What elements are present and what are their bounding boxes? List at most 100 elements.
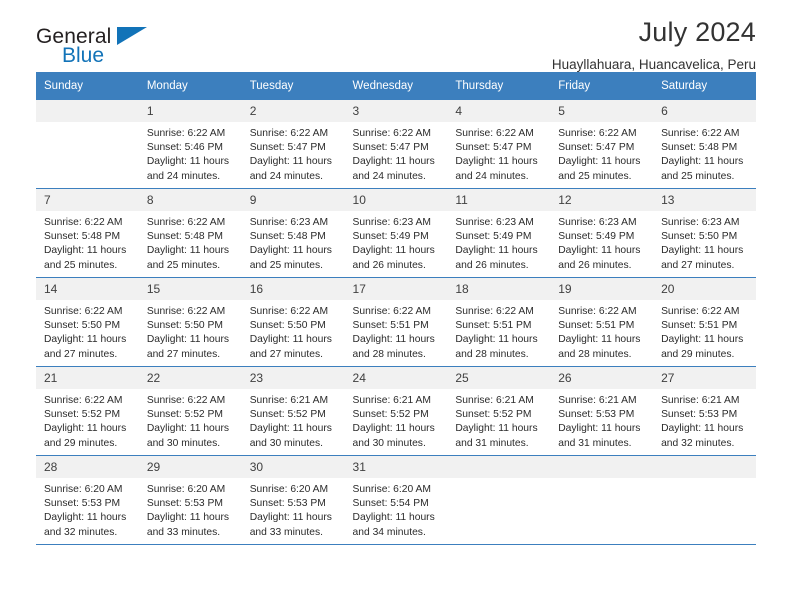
- daylight-duration-line2: and 26 minutes.: [558, 259, 632, 271]
- calendar-day-cell[interactable]: 25 Sunrise: 6:21 AM Sunset: 5:52 PM Dayligh…: [447, 366, 551, 456]
- day-details: Sunrise: 6:22 AM Sunset: 5:50 PM Daylight:…: [242, 300, 345, 366]
- day-details: Sunrise: 6:22 AM Sunset: 5:51 PM Daylight:…: [550, 300, 653, 366]
- calendar-day-cell[interactable]: 31 Sunrise: 6:20 AM Sunset: 5:54 PM Dayligh…: [344, 455, 448, 545]
- calendar-day-cell[interactable]: 21 Sunrise: 6:22 AM Sunset: 5:52 PM Dayligh…: [36, 366, 139, 456]
- sunset-time: Sunset: 5:47 PM: [455, 142, 532, 154]
- sunset-time: Sunset: 5:48 PM: [44, 231, 121, 243]
- day-number: 28: [36, 456, 139, 478]
- daylight-duration-line1: Daylight: 11 hours: [455, 245, 538, 257]
- day-number: [550, 456, 654, 478]
- calendar-week-row: 7 Sunrise: 6:22 AM Sunset: 5:48 PM Daylight…: [36, 188, 756, 278]
- daylight-duration-line1: Daylight: 11 hours: [455, 334, 538, 346]
- day-details: Sunrise: 6:22 AM Sunset: 5:52 PM Daylight:…: [139, 389, 242, 455]
- daylight-duration-line2: and 32 minutes.: [44, 526, 118, 538]
- title-block: July 2024 Huayllahuara, Huancavelica, Pe…: [552, 17, 756, 73]
- day-details: Sunrise: 6:22 AM Sunset: 5:50 PM Daylight:…: [36, 300, 139, 366]
- day-number: 18: [447, 278, 551, 300]
- calendar-day-cell[interactable]: 9 Sunrise: 6:23 AM Sunset: 5:48 PM Daylight…: [241, 188, 345, 278]
- day-details: Sunrise: 6:21 AM Sunset: 5:52 PM Daylight:…: [345, 389, 448, 455]
- calendar-day-cell[interactable]: 20 Sunrise: 6:22 AM Sunset: 5:51 PM Dayligh…: [653, 277, 756, 367]
- calendar-day-cell[interactable]: 2 Sunrise: 6:22 AM Sunset: 5:47 PM Daylight…: [241, 100, 345, 189]
- calendar-day-cell[interactable]: 28 Sunrise: 6:20 AM Sunset: 5:53 PM Dayligh…: [36, 455, 139, 545]
- daylight-duration-line2: and 32 minutes.: [661, 437, 735, 449]
- calendar-day-cell[interactable]: 4 Sunrise: 6:22 AM Sunset: 5:47 PM Daylight…: [447, 100, 551, 189]
- daylight-duration-line1: Daylight: 11 hours: [249, 512, 332, 524]
- calendar-day-cell[interactable]: 22 Sunrise: 6:22 AM Sunset: 5:52 PM Dayligh…: [138, 366, 242, 456]
- daylight-duration-line1: Daylight: 11 hours: [44, 334, 127, 346]
- weekday-header-wednesday: Wednesday: [344, 72, 448, 100]
- daylight-duration-line1: Daylight: 11 hours: [352, 334, 435, 346]
- calendar-day-cell[interactable]: 23 Sunrise: 6:21 AM Sunset: 5:52 PM Dayligh…: [241, 366, 345, 456]
- sunrise-time: Sunrise: 6:22 AM: [146, 395, 226, 406]
- calendar-body: 1 Sunrise: 6:22 AM Sunset: 5:46 PM Daylight…: [36, 100, 756, 545]
- day-number: 13: [653, 189, 756, 211]
- calendar-day-cell[interactable]: 15 Sunrise: 6:22 AM Sunset: 5:50 PM Dayligh…: [138, 277, 242, 367]
- daylight-duration-line2: and 27 minutes.: [44, 348, 118, 360]
- sunrise-time: Sunrise: 6:23 AM: [352, 217, 431, 228]
- daylight-duration-line2: and 27 minutes.: [146, 348, 221, 360]
- daylight-duration-line2: and 25 minutes.: [249, 259, 323, 271]
- sunset-time: Sunset: 5:53 PM: [249, 498, 326, 510]
- calendar-day-cell[interactable]: 8 Sunrise: 6:22 AM Sunset: 5:48 PM Daylight…: [138, 188, 242, 278]
- calendar-day-cell[interactable]: 6 Sunrise: 6:22 AM Sunset: 5:48 PM Daylight…: [653, 100, 756, 189]
- calendar-day-cell[interactable]: 10 Sunrise: 6:23 AM Sunset: 5:49 PM Dayligh…: [344, 188, 448, 278]
- calendar-day-cell[interactable]: 26 Sunrise: 6:21 AM Sunset: 5:53 PM Dayligh…: [550, 366, 654, 456]
- calendar-day-cell[interactable]: 13 Sunrise: 6:23 AM Sunset: 5:50 PM Dayligh…: [653, 188, 756, 278]
- daylight-duration-line1: Daylight: 11 hours: [558, 245, 641, 257]
- sunrise-time: Sunrise: 6:22 AM: [44, 395, 123, 406]
- daylight-duration-line1: Daylight: 11 hours: [661, 156, 744, 168]
- day-number: 25: [447, 367, 551, 389]
- general-blue-logo[interactable]: General Blue: [36, 26, 186, 78]
- sunrise-time: Sunrise: 6:23 AM: [455, 217, 534, 228]
- sunrise-time: Sunrise: 6:20 AM: [249, 484, 329, 495]
- calendar-day-cell[interactable]: 16 Sunrise: 6:22 AM Sunset: 5:50 PM Dayligh…: [241, 277, 345, 367]
- daylight-duration-line1: Daylight: 11 hours: [558, 156, 641, 168]
- calendar-day-cell[interactable]: 11 Sunrise: 6:23 AM Sunset: 5:49 PM Dayligh…: [447, 188, 551, 278]
- calendar-day-cell[interactable]: 19 Sunrise: 6:22 AM Sunset: 5:51 PM Dayligh…: [550, 277, 654, 367]
- day-details: Sunrise: 6:23 AM Sunset: 5:49 PM Daylight:…: [345, 211, 448, 277]
- page-title: July 2024: [638, 17, 756, 47]
- calendar-day-cell[interactable]: 17 Sunrise: 6:22 AM Sunset: 5:51 PM Dayligh…: [344, 277, 448, 367]
- calendar-day-cell[interactable]: 30 Sunrise: 6:20 AM Sunset: 5:53 PM Dayligh…: [241, 455, 345, 545]
- day-details: Sunrise: 6:21 AM Sunset: 5:52 PM Daylight:…: [242, 389, 345, 455]
- daylight-duration-line1: Daylight: 11 hours: [661, 245, 744, 257]
- day-details: Sunrise: 6:23 AM Sunset: 5:49 PM Daylight:…: [447, 211, 550, 277]
- day-number: 30: [241, 456, 345, 478]
- sunrise-time: Sunrise: 6:22 AM: [146, 306, 226, 317]
- sunset-time: Sunset: 5:51 PM: [455, 320, 532, 332]
- sunrise-time: Sunrise: 6:21 AM: [661, 395, 740, 406]
- calendar-day-cell[interactable]: 7 Sunrise: 6:22 AM Sunset: 5:48 PM Daylight…: [36, 188, 139, 278]
- daylight-duration-line2: and 33 minutes.: [249, 526, 323, 538]
- sunrise-time: Sunrise: 6:23 AM: [249, 217, 329, 228]
- calendar-day-cell[interactable]: 14 Sunrise: 6:22 AM Sunset: 5:50 PM Dayligh…: [36, 277, 139, 367]
- calendar-day-cell[interactable]: 29 Sunrise: 6:20 AM Sunset: 5:53 PM Dayligh…: [138, 455, 242, 545]
- daylight-duration-line1: Daylight: 11 hours: [352, 512, 435, 524]
- sunrise-time: Sunrise: 6:22 AM: [249, 306, 329, 317]
- day-details: Sunrise: 6:21 AM Sunset: 5:53 PM Daylight:…: [653, 389, 756, 455]
- calendar-day-cell[interactable]: 12 Sunrise: 6:23 AM Sunset: 5:49 PM Dayligh…: [550, 188, 654, 278]
- sunrise-time: Sunrise: 6:22 AM: [146, 128, 226, 139]
- sunset-time: Sunset: 5:50 PM: [146, 320, 223, 332]
- calendar-day-cell[interactable]: 18 Sunrise: 6:22 AM Sunset: 5:51 PM Dayligh…: [447, 277, 551, 367]
- sunrise-time: Sunrise: 6:22 AM: [661, 306, 740, 317]
- daylight-duration-line1: Daylight: 11 hours: [146, 245, 230, 257]
- calendar-day-cell[interactable]: 1 Sunrise: 6:22 AM Sunset: 5:46 PM Daylight…: [138, 100, 242, 189]
- day-details: Sunrise: 6:22 AM Sunset: 5:47 PM Daylight:…: [242, 122, 345, 188]
- sunrise-time: Sunrise: 6:20 AM: [44, 484, 123, 495]
- sunset-time: Sunset: 5:53 PM: [44, 498, 121, 510]
- sunset-time: Sunset: 5:52 PM: [146, 409, 223, 421]
- day-details: Sunrise: 6:22 AM Sunset: 5:47 PM Daylight:…: [447, 122, 550, 188]
- day-details: Sunrise: 6:20 AM Sunset: 5:53 PM Daylight:…: [139, 478, 242, 544]
- day-number: 9: [241, 189, 345, 211]
- sunset-time: Sunset: 5:53 PM: [146, 498, 223, 510]
- calendar-week-row: 21 Sunrise: 6:22 AM Sunset: 5:52 PM Dayligh…: [36, 366, 756, 456]
- sunrise-time: Sunrise: 6:21 AM: [352, 395, 431, 406]
- daylight-duration-line1: Daylight: 11 hours: [558, 334, 641, 346]
- calendar-day-cell[interactable]: 24 Sunrise: 6:21 AM Sunset: 5:52 PM Dayligh…: [344, 366, 448, 456]
- calendar-day-cell[interactable]: 27 Sunrise: 6:21 AM Sunset: 5:53 PM Dayligh…: [653, 366, 756, 456]
- sunset-time: Sunset: 5:47 PM: [352, 142, 429, 154]
- calendar-day-cell[interactable]: 5 Sunrise: 6:22 AM Sunset: 5:47 PM Daylight…: [550, 100, 654, 189]
- day-details: Sunrise: 6:23 AM Sunset: 5:48 PM Daylight:…: [242, 211, 345, 277]
- calendar-day-cell[interactable]: 3 Sunrise: 6:22 AM Sunset: 5:47 PM Daylight…: [344, 100, 448, 189]
- day-details: Sunrise: 6:22 AM Sunset: 5:47 PM Daylight:…: [550, 122, 653, 188]
